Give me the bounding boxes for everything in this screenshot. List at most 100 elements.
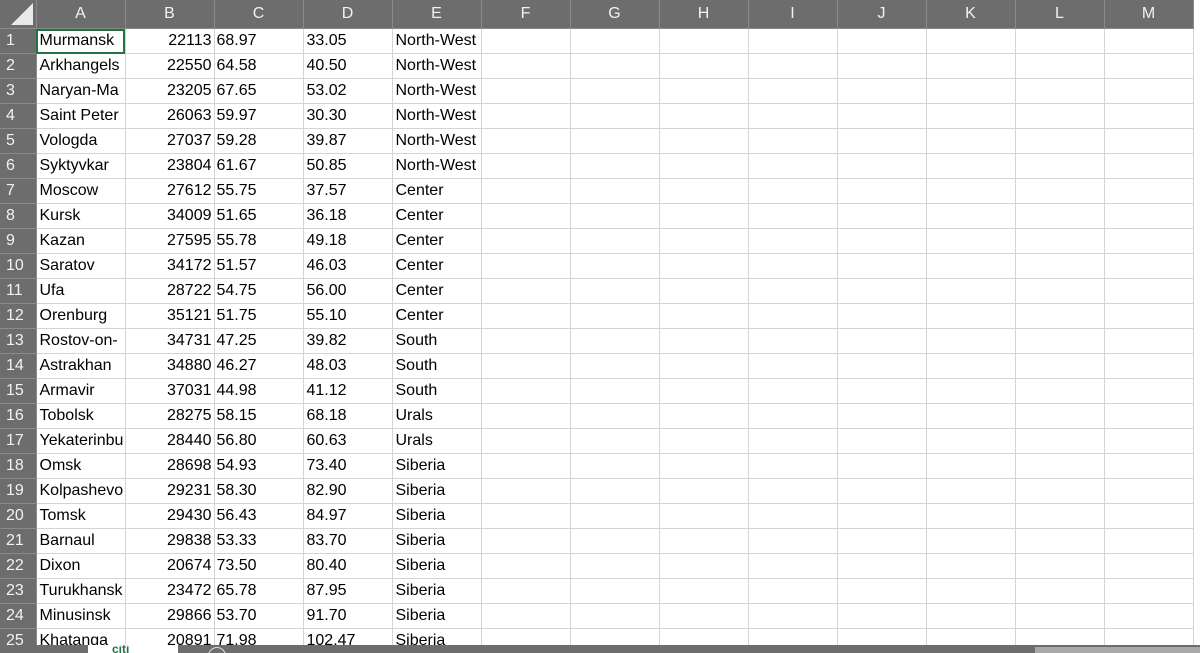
empty-cell[interactable] bbox=[481, 178, 571, 204]
empty-cell[interactable] bbox=[1104, 403, 1194, 429]
empty-cell[interactable] bbox=[659, 78, 749, 104]
row-header[interactable]: 16 bbox=[0, 403, 37, 429]
empty-cell[interactable] bbox=[481, 553, 571, 579]
cell[interactable]: Barnaul bbox=[36, 528, 126, 554]
empty-cell[interactable] bbox=[1015, 103, 1105, 129]
row-header[interactable]: 1 bbox=[0, 28, 37, 54]
empty-cell[interactable] bbox=[1104, 128, 1194, 154]
cell[interactable]: 46.27 bbox=[214, 353, 304, 379]
empty-cell[interactable] bbox=[748, 528, 838, 554]
cell[interactable]: Arkhangels bbox=[36, 53, 126, 79]
empty-cell[interactable] bbox=[748, 203, 838, 229]
empty-cell[interactable] bbox=[659, 328, 749, 354]
empty-cell[interactable] bbox=[1015, 253, 1105, 279]
empty-cell[interactable] bbox=[570, 228, 660, 254]
empty-cell[interactable] bbox=[1104, 578, 1194, 604]
cell[interactable]: Siberia bbox=[392, 553, 482, 579]
cell[interactable]: Saint Peter bbox=[36, 103, 126, 129]
row-header[interactable]: 9 bbox=[0, 228, 37, 254]
cell[interactable]: Center bbox=[392, 303, 482, 329]
cell[interactable]: 73.40 bbox=[303, 453, 393, 479]
cell[interactable]: 91.70 bbox=[303, 603, 393, 629]
cell[interactable]: 49.18 bbox=[303, 228, 393, 254]
cell[interactable]: Syktyvkar bbox=[36, 153, 126, 179]
empty-cell[interactable] bbox=[481, 128, 571, 154]
empty-cell[interactable] bbox=[1015, 78, 1105, 104]
cell[interactable]: 35121 bbox=[125, 303, 215, 329]
empty-cell[interactable] bbox=[837, 378, 927, 404]
empty-cell[interactable] bbox=[748, 78, 838, 104]
empty-cell[interactable] bbox=[1104, 553, 1194, 579]
empty-cell[interactable] bbox=[748, 603, 838, 629]
empty-cell[interactable] bbox=[481, 278, 571, 304]
empty-cell[interactable] bbox=[481, 328, 571, 354]
cell[interactable]: 48.03 bbox=[303, 353, 393, 379]
empty-cell[interactable] bbox=[1015, 328, 1105, 354]
horizontal-scrollbar[interactable] bbox=[1035, 647, 1200, 653]
cell[interactable]: 67.65 bbox=[214, 78, 304, 104]
cell[interactable]: Kursk bbox=[36, 203, 126, 229]
cell[interactable]: Tomsk bbox=[36, 503, 126, 529]
empty-cell[interactable] bbox=[659, 453, 749, 479]
empty-cell[interactable] bbox=[1104, 428, 1194, 454]
empty-cell[interactable] bbox=[926, 53, 1016, 79]
column-header[interactable]: L bbox=[1015, 0, 1105, 29]
row-header[interactable]: 11 bbox=[0, 278, 37, 304]
cell[interactable]: 27612 bbox=[125, 178, 215, 204]
empty-cell[interactable] bbox=[1015, 578, 1105, 604]
column-header[interactable]: J bbox=[837, 0, 927, 29]
cell[interactable]: 39.82 bbox=[303, 328, 393, 354]
empty-cell[interactable] bbox=[1015, 178, 1105, 204]
cell[interactable]: 61.67 bbox=[214, 153, 304, 179]
empty-cell[interactable] bbox=[1104, 603, 1194, 629]
empty-cell[interactable] bbox=[926, 278, 1016, 304]
empty-cell[interactable] bbox=[748, 553, 838, 579]
cell[interactable]: Armavir bbox=[36, 378, 126, 404]
empty-cell[interactable] bbox=[481, 253, 571, 279]
empty-cell[interactable] bbox=[837, 103, 927, 129]
cell[interactable]: Omsk bbox=[36, 453, 126, 479]
cell[interactable]: 83.70 bbox=[303, 528, 393, 554]
empty-cell[interactable] bbox=[659, 178, 749, 204]
empty-cell[interactable] bbox=[748, 328, 838, 354]
row-header[interactable]: 10 bbox=[0, 253, 37, 279]
empty-cell[interactable] bbox=[1015, 603, 1105, 629]
column-header[interactable]: F bbox=[481, 0, 571, 29]
empty-cell[interactable] bbox=[1015, 453, 1105, 479]
empty-cell[interactable] bbox=[837, 228, 927, 254]
empty-cell[interactable] bbox=[659, 403, 749, 429]
empty-cell[interactable] bbox=[837, 28, 927, 54]
empty-cell[interactable] bbox=[837, 553, 927, 579]
empty-cell[interactable] bbox=[659, 228, 749, 254]
empty-cell[interactable] bbox=[748, 53, 838, 79]
sheet-tab[interactable]: citi bbox=[88, 645, 178, 653]
cell[interactable]: 54.75 bbox=[214, 278, 304, 304]
cell[interactable]: Center bbox=[392, 278, 482, 304]
empty-cell[interactable] bbox=[570, 253, 660, 279]
cell[interactable]: 28275 bbox=[125, 403, 215, 429]
empty-cell[interactable] bbox=[1104, 378, 1194, 404]
empty-cell[interactable] bbox=[659, 128, 749, 154]
empty-cell[interactable] bbox=[481, 428, 571, 454]
empty-cell[interactable] bbox=[1104, 478, 1194, 504]
empty-cell[interactable] bbox=[659, 103, 749, 129]
row-header[interactable]: 21 bbox=[0, 528, 37, 554]
empty-cell[interactable] bbox=[926, 353, 1016, 379]
select-all-corner[interactable] bbox=[0, 0, 37, 29]
row-header[interactable]: 7 bbox=[0, 178, 37, 204]
cell[interactable]: 37.57 bbox=[303, 178, 393, 204]
cell[interactable]: Siberia bbox=[392, 528, 482, 554]
empty-cell[interactable] bbox=[1104, 103, 1194, 129]
empty-cell[interactable] bbox=[926, 228, 1016, 254]
empty-cell[interactable] bbox=[837, 278, 927, 304]
column-header[interactable]: K bbox=[926, 0, 1016, 29]
cell[interactable]: Siberia bbox=[392, 453, 482, 479]
empty-cell[interactable] bbox=[481, 228, 571, 254]
cell[interactable]: 29430 bbox=[125, 503, 215, 529]
cell[interactable]: 56.80 bbox=[214, 428, 304, 454]
empty-cell[interactable] bbox=[926, 428, 1016, 454]
cell[interactable]: Tobolsk bbox=[36, 403, 126, 429]
empty-cell[interactable] bbox=[748, 378, 838, 404]
cell[interactable]: 29838 bbox=[125, 528, 215, 554]
cell[interactable]: 20674 bbox=[125, 553, 215, 579]
